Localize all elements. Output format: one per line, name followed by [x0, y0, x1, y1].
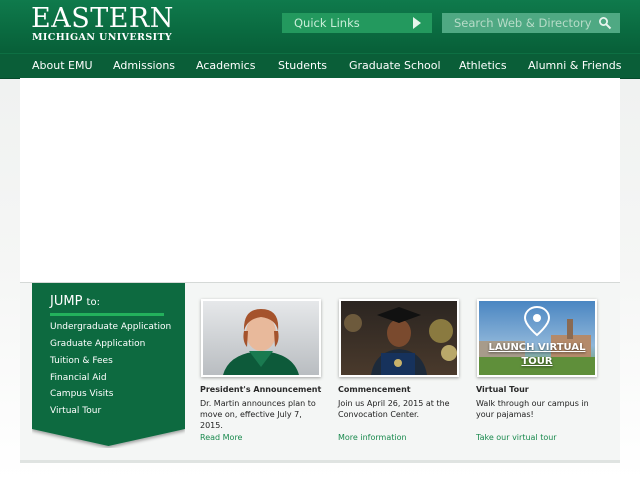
card-text-president: Dr. Martin announces plan to move on, ef…	[200, 399, 316, 430]
jump-link-campus-visits[interactable]: Campus Visits	[50, 389, 113, 399]
site-header: EASTERN MICHIGAN UNIVERSITY Quick Links	[0, 0, 640, 53]
quick-links-label: Quick Links	[294, 16, 360, 30]
president-photo[interactable]	[201, 299, 321, 377]
jump-link-virtual-tour[interactable]: Virtual Tour	[50, 406, 101, 416]
jump-heading-main: JUMP	[50, 294, 83, 309]
jump-link-undergraduate-application[interactable]: Undergraduate Application	[50, 322, 171, 332]
jump-heading: JUMP to:	[50, 294, 100, 309]
nav-academics[interactable]: Academics	[196, 59, 255, 72]
main-navigation: About EMU Admissions Academics Students …	[0, 53, 640, 79]
card-text-commencement: Join us April 26, 2015 at the Convocatio…	[338, 399, 450, 419]
jump-link-tuition-fees[interactable]: Tuition & Fees	[50, 356, 113, 366]
card-title-president: President's Announcement	[200, 385, 322, 394]
logo-wordmark[interactable]: EASTERN	[31, 3, 174, 35]
search-input[interactable]	[442, 13, 620, 33]
jump-link-graduate-application[interactable]: Graduate Application	[50, 339, 145, 349]
card-text-virtual-tour: Walk through our campus in your pajamas!	[476, 399, 589, 419]
nav-graduate-school[interactable]: Graduate School	[349, 59, 441, 72]
card-title-commencement: Commencement	[338, 385, 411, 394]
jump-link-financial-aid[interactable]: Financial Aid	[50, 373, 107, 383]
logo-subtitle[interactable]: MICHIGAN UNIVERSITY	[32, 32, 172, 43]
quick-links-button[interactable]: Quick Links	[282, 13, 432, 33]
read-more-link[interactable]: Read More	[200, 433, 242, 442]
more-information-link[interactable]: More information	[338, 433, 407, 442]
take-virtual-tour-link[interactable]: Take our virtual tour	[476, 433, 557, 442]
graduate-photo[interactable]	[339, 299, 459, 377]
nav-athletics[interactable]: Athletics	[459, 59, 507, 72]
card-title-virtual-tour: Virtual Tour	[476, 385, 529, 394]
jump-heading-suffix: to:	[86, 297, 100, 308]
hero-banner	[20, 78, 620, 282]
nav-alumni-friends[interactable]: Alumni & Friends	[528, 59, 621, 72]
nav-about-emu[interactable]: About EMU	[32, 59, 93, 72]
campus-photo[interactable]: LAUNCH VIRTUAL TOUR	[477, 299, 597, 377]
launch-virtual-tour-label[interactable]: LAUNCH VIRTUAL TOUR	[479, 341, 595, 369]
nav-admissions[interactable]: Admissions	[113, 59, 175, 72]
search-icon[interactable]	[598, 16, 612, 30]
nav-students[interactable]: Students	[278, 59, 327, 72]
footer-divider	[20, 460, 620, 463]
jump-underline	[50, 313, 164, 316]
play-arrow-icon	[413, 17, 421, 29]
